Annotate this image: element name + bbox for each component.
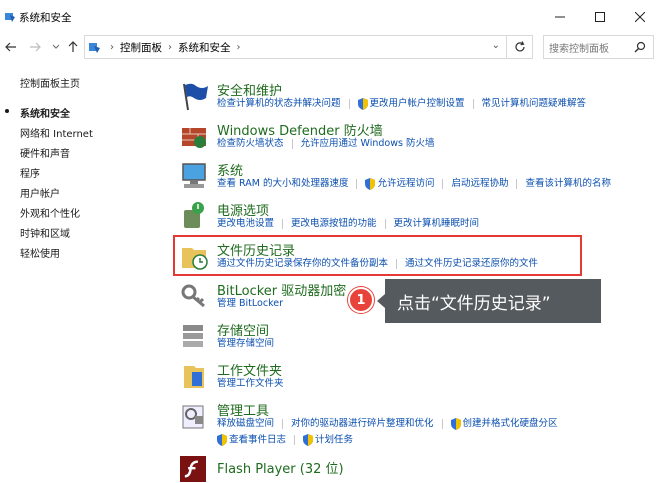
highlight-box: [173, 235, 582, 276]
computer-icon: [182, 163, 206, 188]
admin-tools-icon: [182, 405, 204, 429]
category-title[interactable]: 安全和维护: [217, 80, 282, 99]
link-manage-bitlocker[interactable]: 管理 BitLocker: [217, 298, 283, 310]
refresh-button[interactable]: [507, 35, 533, 59]
category-title[interactable]: 电源选项: [217, 200, 269, 219]
search-placeholder: 搜索控制面板: [549, 43, 609, 55]
maximize-button[interactable]: [585, 6, 615, 28]
control-panel-icon: [89, 42, 100, 53]
shield-icon: [365, 178, 376, 190]
category-title[interactable]: Windows Defender 防火墙: [217, 120, 383, 139]
minimize-button[interactable]: [545, 6, 575, 28]
window-title: 系统和安全: [19, 12, 72, 24]
category-title[interactable]: 存储空间: [217, 320, 269, 339]
link-create-partition[interactable]: 创建并格式化硬盘分区: [463, 418, 558, 430]
breadcrumb-separator: ›: [236, 41, 241, 53]
forward-button[interactable]: [26, 37, 44, 57]
maximize-icon: [595, 12, 605, 22]
search-icon: [634, 41, 646, 53]
chevron-down-icon: [52, 44, 60, 49]
breadcrumb-control-panel[interactable]: 控制面板: [120, 40, 162, 55]
flag-icon: [183, 83, 208, 111]
sidebar-item-clock-region[interactable]: 时钟和区域: [20, 225, 70, 240]
sidebar-home-link[interactable]: 控制面板主页: [20, 75, 80, 90]
link-remote-assistance[interactable]: 启动远程协助: [451, 178, 508, 190]
category-title[interactable]: 管理工具: [217, 400, 269, 419]
close-button[interactable]: [625, 6, 655, 28]
storage-icon: [183, 325, 203, 347]
breadcrumb-system-security[interactable]: 系统和安全: [178, 40, 231, 55]
link-firewall-status[interactable]: 检查防火墙状态: [217, 138, 284, 150]
callout-tooltip: 点击“文件历史记录”: [377, 279, 601, 323]
category-title[interactable]: BitLocker 驱动器加密: [217, 280, 346, 299]
link-power-button[interactable]: 更改电源按钮的功能: [291, 218, 377, 230]
link-check-status[interactable]: 检查计算机的状态并解决问题: [217, 98, 341, 110]
link-manage-work-folders[interactable]: 管理工作文件夹: [217, 378, 284, 390]
link-defragment[interactable]: 对你的驱动器进行碎片整理和优化: [291, 418, 434, 430]
link-divider: [356, 179, 358, 189]
shield-icon: [303, 434, 314, 446]
link-view-ram[interactable]: 查看 RAM 的大小和处理器速度: [217, 178, 348, 190]
link-divider: [516, 179, 518, 189]
back-button[interactable]: [2, 37, 20, 57]
sidebar-item-system-security[interactable]: 系统和安全: [20, 105, 70, 120]
firewall-icon: [182, 128, 206, 148]
link-divider: [441, 419, 443, 429]
link-divider: [442, 179, 444, 189]
back-arrow-icon: [5, 42, 16, 52]
shield-icon: [357, 98, 368, 110]
shield-icon: [450, 418, 461, 430]
link-divider: [384, 219, 386, 229]
close-icon: [635, 12, 645, 22]
breadcrumb-separator: ›: [168, 41, 172, 53]
address-bar[interactable]: › 控制面板 › 系统和安全 › ⌄: [84, 35, 507, 59]
search-input[interactable]: 搜索控制面板: [543, 35, 654, 59]
sidebar-item-network[interactable]: 网络和 Internet: [20, 125, 93, 140]
shield-icon: [217, 434, 227, 446]
up-arrow-icon: [68, 41, 78, 52]
forward-arrow-icon: [30, 42, 41, 52]
category-title[interactable]: 工作文件夹: [217, 360, 282, 379]
sidebar-item-programs[interactable]: 程序: [20, 165, 40, 180]
link-sleep-time[interactable]: 更改计算机睡眠时间: [394, 218, 480, 230]
title-bar: 系统和安全: [0, 0, 658, 34]
power-icon: [184, 202, 204, 228]
category-title[interactable]: Flash Player (32 位): [217, 458, 344, 477]
link-battery-settings[interactable]: 更改电池设置: [217, 218, 274, 230]
link-computer-name[interactable]: 查看该计算机的名称: [525, 178, 611, 190]
link-allow-app[interactable]: 允许应用通过 Windows 防火墙: [301, 138, 435, 150]
navigation-bar: › 控制面板 › 系统和安全 › ⌄ 搜索控制面板: [0, 34, 658, 60]
recent-locations-button[interactable]: [47, 37, 65, 57]
work-folders-icon: [184, 366, 204, 388]
callout-text: 点击“文件历史记录”: [397, 293, 551, 314]
link-manage-storage[interactable]: 管理存储空间: [217, 338, 274, 350]
breadcrumb-separator: ›: [110, 41, 114, 53]
link-change-uac[interactable]: 更改用户帐户控制设置: [370, 98, 465, 110]
link-divider: [282, 419, 284, 429]
link-divider: [472, 99, 474, 109]
active-bullet: [5, 109, 9, 113]
category-title[interactable]: 系统: [217, 160, 243, 179]
control-panel-icon: [5, 13, 15, 22]
link-remote-access[interactable]: 允许远程访问: [377, 178, 434, 190]
callout-number-badge: 1: [348, 287, 374, 313]
link-free-disk-space[interactable]: 释放磁盘空间: [217, 418, 274, 430]
link-divider: [291, 139, 293, 149]
up-button[interactable]: [64, 37, 82, 57]
link-divider: [282, 219, 284, 229]
link-event-log[interactable]: 查看事件日志: [229, 435, 286, 446]
link-troubleshoot[interactable]: 常见计算机问题疑难解答: [482, 98, 587, 110]
sidebar-item-appearance[interactable]: 外观和个性化: [20, 205, 80, 220]
sidebar-item-user-accounts[interactable]: 用户帐户: [20, 185, 60, 200]
sidebar-item-hardware[interactable]: 硬件和声音: [20, 145, 70, 160]
minimize-icon: [555, 16, 565, 18]
refresh-icon: [514, 41, 525, 52]
link-divider: [294, 435, 296, 445]
bitlocker-icon: [181, 284, 205, 308]
link-divider: [348, 99, 350, 109]
flash-icon: [180, 456, 206, 482]
link-task-scheduler[interactable]: 计划任务: [315, 435, 353, 446]
address-dropdown-icon[interactable]: ⌄: [492, 40, 500, 51]
sidebar-item-ease-of-access[interactable]: 轻松使用: [20, 245, 60, 260]
